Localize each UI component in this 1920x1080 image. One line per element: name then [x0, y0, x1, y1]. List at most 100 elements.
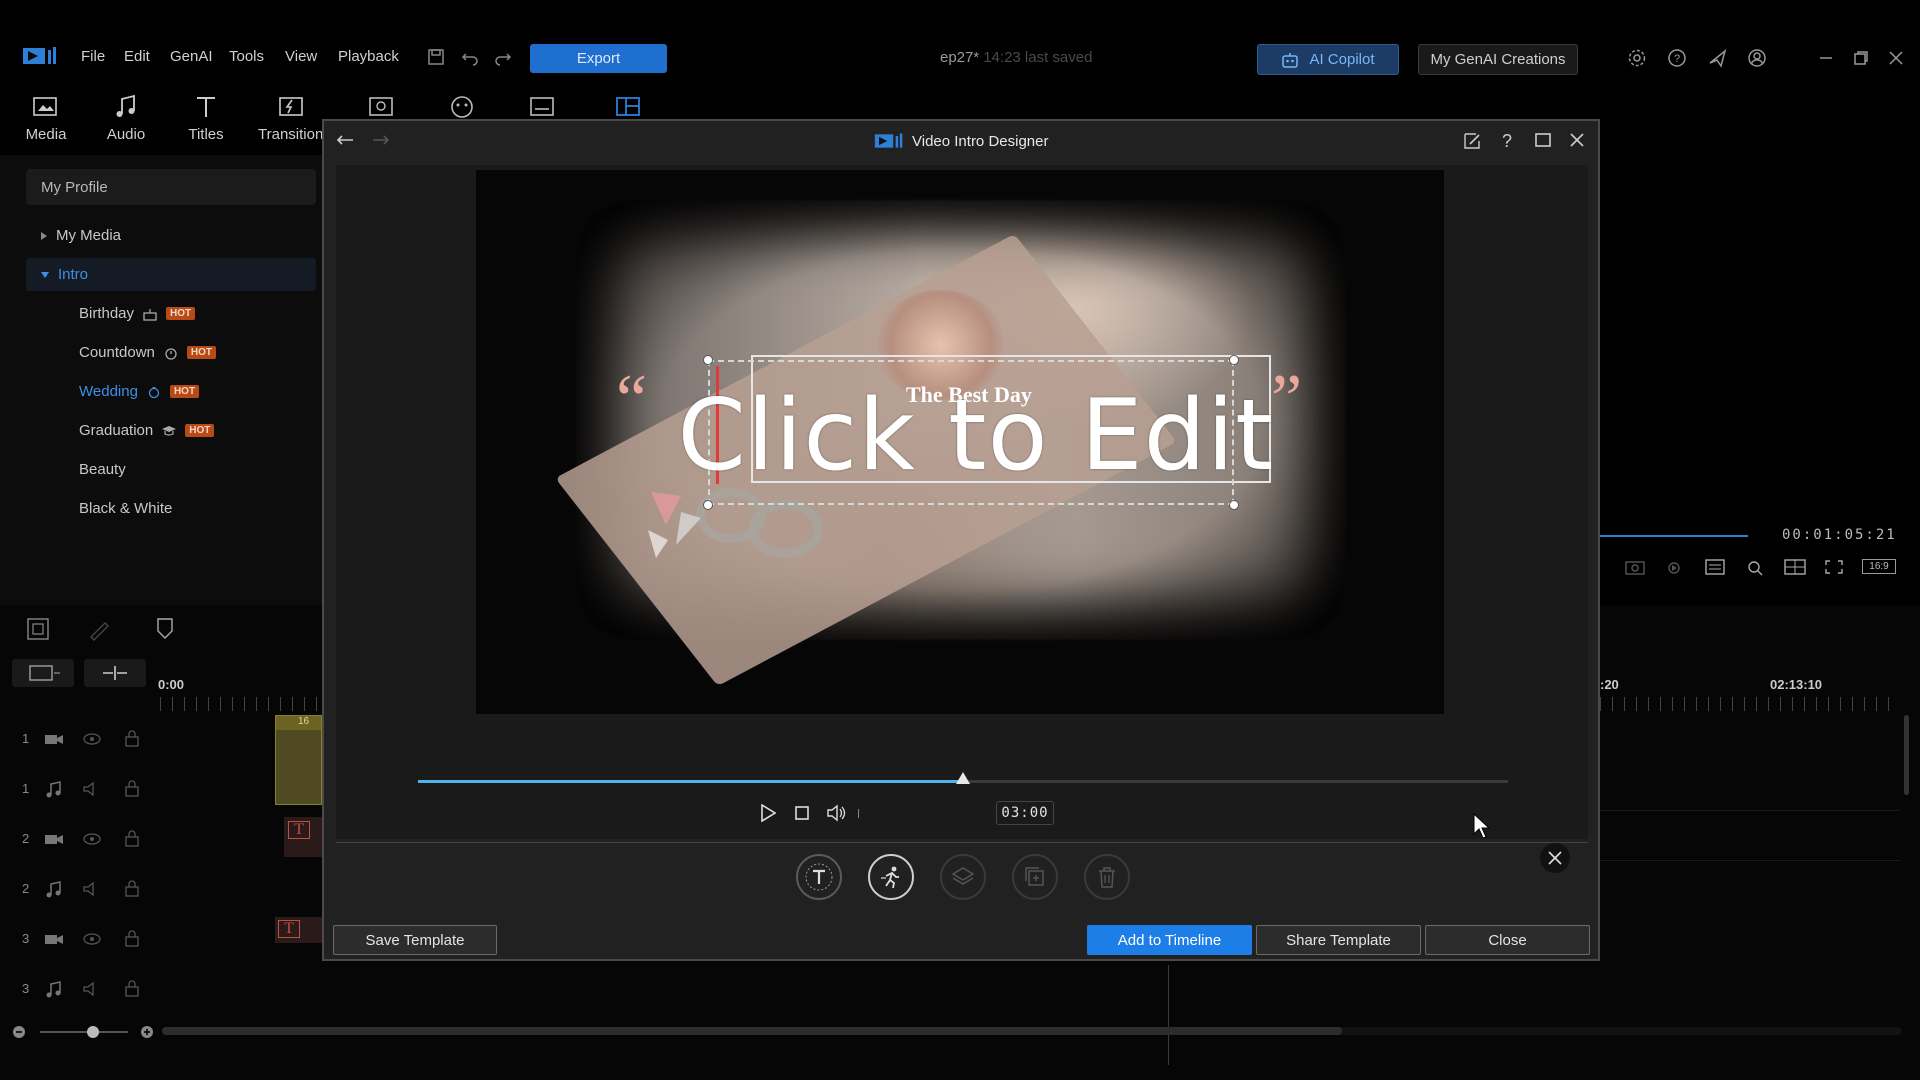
lock-icon[interactable] — [124, 929, 140, 947]
maximize-icon[interactable] — [1534, 132, 1552, 148]
save-template-button[interactable]: Save Template — [333, 925, 497, 955]
tab-media[interactable]: Media — [11, 92, 81, 143]
undo-icon[interactable] — [461, 48, 479, 66]
video-canvas[interactable]: “ ” The Best Day Click to Edit — [476, 170, 1444, 714]
zoom-slider[interactable] — [40, 1031, 128, 1033]
restore-icon[interactable] — [1853, 50, 1869, 66]
tree-item-wedding[interactable]: Wedding HOT — [79, 383, 200, 400]
menu-file[interactable]: File — [81, 48, 105, 65]
split-button[interactable] — [84, 659, 146, 687]
ai-copilot-button[interactable]: AI Copilot — [1257, 44, 1399, 75]
aspect-ratio-button[interactable]: 16:9 — [1862, 559, 1896, 574]
dialog-close-icon[interactable] — [1569, 132, 1585, 148]
preview-progress[interactable] — [1600, 535, 1748, 537]
close-dialog-button[interactable]: Close — [1425, 925, 1590, 955]
effects-icon[interactable] — [368, 95, 394, 119]
lock-icon[interactable] — [124, 829, 140, 847]
timeline-vertical-scrollbar[interactable] — [1904, 715, 1909, 795]
zoom-in-icon[interactable] — [140, 1025, 154, 1039]
tree-item-black-white[interactable]: Black & White — [79, 500, 172, 517]
eye-icon[interactable] — [82, 931, 102, 947]
speaker-icon[interactable] — [82, 981, 102, 997]
duplicate-tool-button[interactable] — [1012, 854, 1058, 900]
lock-icon[interactable] — [124, 979, 140, 997]
tree-item-graduation[interactable]: Graduation HOT — [79, 422, 215, 439]
close-app-icon[interactable] — [1888, 50, 1904, 66]
settings-icon[interactable] — [1627, 48, 1647, 68]
lock-icon[interactable] — [124, 779, 140, 797]
menu-view[interactable]: View — [285, 48, 317, 65]
add-to-timeline-button[interactable]: Add to Timeline — [1087, 925, 1252, 955]
snapshot-icon[interactable] — [1624, 558, 1646, 576]
edit-pen-icon[interactable] — [87, 617, 111, 641]
lock-icon[interactable] — [124, 729, 140, 747]
dialog-undo-icon[interactable] — [336, 133, 356, 149]
scrollbar-thumb[interactable] — [162, 1027, 1342, 1035]
menu-playback[interactable]: Playback — [338, 48, 399, 65]
eye-icon[interactable] — [82, 731, 102, 747]
minimize-icon[interactable] — [1818, 50, 1834, 66]
tab-audio[interactable]: Audio — [91, 92, 161, 143]
my-genai-creations-button[interactable]: My GenAI Creations — [1418, 44, 1578, 75]
dialog-redo-icon[interactable] — [370, 133, 390, 149]
stop-icon[interactable] — [794, 805, 810, 821]
account-icon[interactable] — [1747, 48, 1767, 68]
video-clip[interactable]: 16 — [275, 715, 322, 805]
templates-icon[interactable] — [615, 95, 641, 119]
timeline-horizontal-scrollbar[interactable] — [162, 1027, 1902, 1035]
zoom-out-icon[interactable] — [12, 1025, 26, 1039]
record-icon[interactable] — [1664, 558, 1686, 576]
eye-icon[interactable] — [82, 831, 102, 847]
speaker-icon[interactable] — [82, 781, 102, 797]
layers-tool-button[interactable] — [940, 854, 986, 900]
tab-titles[interactable]: Titles — [171, 92, 241, 143]
text-tool-button[interactable] — [796, 854, 842, 900]
playback-scrubber[interactable] — [418, 772, 1508, 784]
menu-genai[interactable]: GenAI — [170, 48, 213, 65]
fullscreen-icon[interactable] — [1823, 558, 1845, 576]
notification-icon[interactable] — [1707, 48, 1729, 68]
sticker-icon[interactable] — [449, 95, 475, 119]
title-clip[interactable]: T — [284, 817, 322, 857]
volume-icon[interactable] — [826, 804, 848, 822]
main-title-text[interactable]: Click to Edit — [676, 385, 1276, 488]
list-icon[interactable] — [1704, 558, 1726, 576]
save-icon[interactable] — [427, 48, 445, 66]
edit-mode-icon[interactable] — [1462, 131, 1484, 151]
add-track-button[interactable] — [12, 659, 74, 687]
tree-item-beauty[interactable]: Beauty — [79, 461, 126, 478]
tree-my-media[interactable]: My Media — [40, 227, 121, 244]
my-profile-field[interactable]: My Profile — [26, 169, 316, 205]
export-button[interactable]: Export — [530, 44, 667, 73]
resize-handle[interactable] — [1229, 500, 1239, 510]
subtitle-icon[interactable] — [529, 95, 555, 119]
share-template-button[interactable]: Share Template — [1256, 925, 1421, 955]
fit-timeline-icon[interactable] — [26, 617, 50, 641]
lock-icon[interactable] — [124, 879, 140, 897]
time-ruler-right[interactable] — [1600, 697, 1900, 711]
time-ruler[interactable] — [160, 697, 320, 711]
layout-icon[interactable] — [1783, 558, 1807, 576]
menu-tools[interactable]: Tools — [229, 48, 264, 65]
resize-handle[interactable] — [1229, 355, 1239, 365]
menu-edit[interactable]: Edit — [124, 48, 150, 65]
tab-transition[interactable]: Transition — [252, 92, 332, 143]
motion-tool-button[interactable] — [868, 854, 914, 900]
delete-tool-button[interactable] — [1084, 854, 1130, 900]
help-icon[interactable]: ? — [1667, 48, 1687, 68]
zoom-slider-thumb[interactable] — [87, 1026, 99, 1038]
redo-icon[interactable] — [494, 48, 512, 66]
speaker-icon[interactable] — [82, 881, 102, 897]
tree-item-birthday[interactable]: Birthday HOT — [79, 305, 196, 322]
tree-item-countdown[interactable]: Countdown HOT — [79, 344, 216, 361]
play-icon[interactable] — [760, 804, 776, 822]
marker-icon[interactable] — [155, 617, 175, 641]
dialog-help-icon[interactable]: ? — [1502, 131, 1512, 152]
resize-handle[interactable] — [703, 500, 713, 510]
title-clip-2[interactable]: T — [275, 917, 322, 943]
close-toolbar-button[interactable] — [1540, 843, 1570, 873]
tree-intro[interactable]: Intro — [40, 266, 88, 283]
time-display[interactable]: 03:00 — [996, 801, 1054, 825]
zoom-icon[interactable] — [1744, 558, 1766, 576]
resize-handle[interactable] — [703, 355, 713, 365]
